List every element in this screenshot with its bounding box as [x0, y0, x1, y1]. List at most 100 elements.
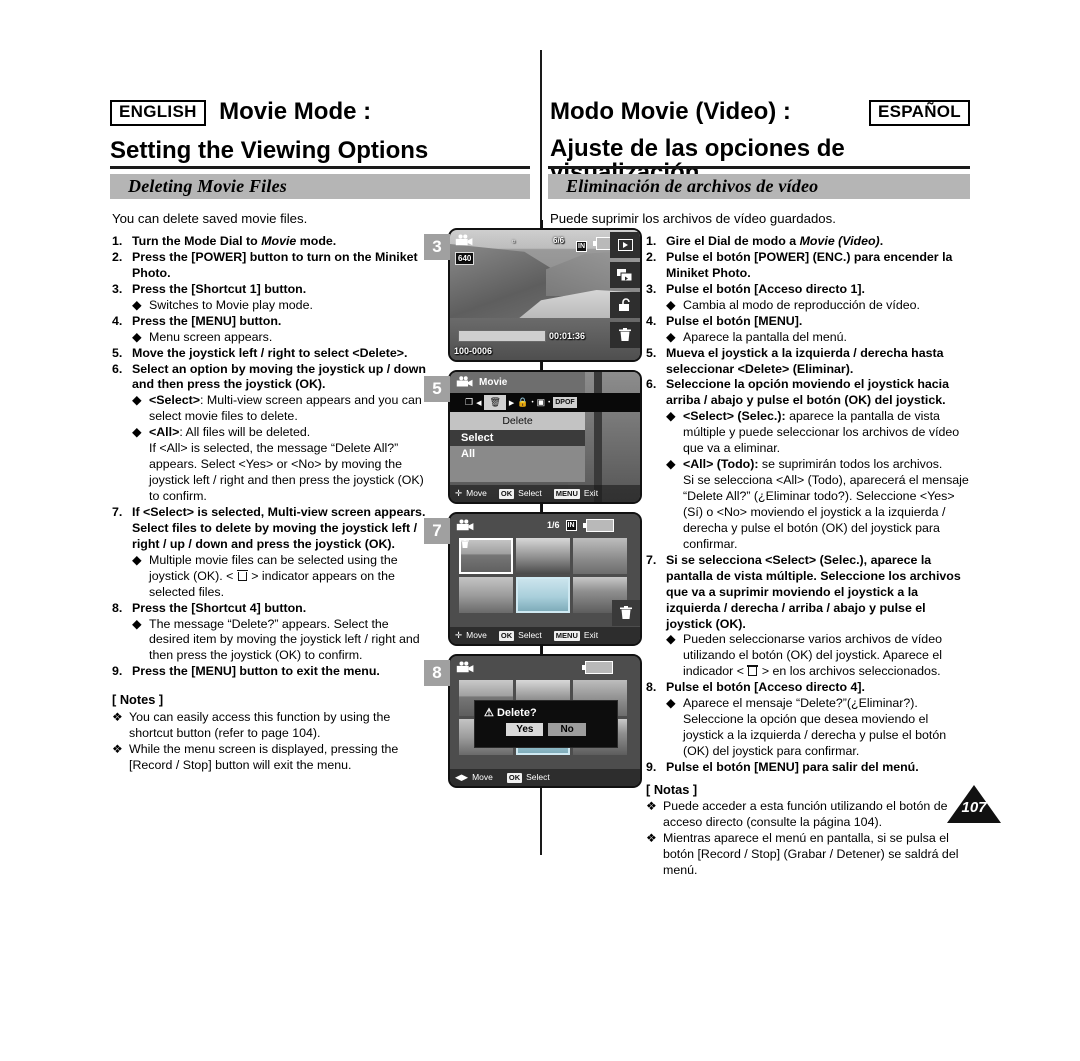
hint-exit-label: Exit — [583, 630, 599, 640]
spanish-step-4: 4. Pulse el botón [MENU]. — [646, 313, 803, 328]
file-name: 100-0006 — [454, 346, 493, 356]
yes-button[interactable]: Yes — [506, 723, 544, 736]
stop-indicator-icon: ▫ — [512, 236, 516, 246]
diamond-bullet-icon: ◆ — [666, 297, 676, 312]
trash-tab-icon[interactable]: 🗑 — [484, 395, 506, 410]
play-icon[interactable] — [610, 232, 640, 258]
ok-key-icon: OK — [498, 488, 515, 499]
menu-title-bar: Movie — [450, 372, 585, 393]
thumbnail-grid — [459, 538, 631, 613]
diamond-bullet-icon: ◆ — [132, 425, 142, 440]
diamond-bullet-icon: ◆ — [132, 329, 142, 344]
thumbnail-1[interactable] — [459, 538, 513, 574]
no-button[interactable]: No — [548, 723, 586, 736]
menu-option-list: Select All — [450, 430, 585, 482]
spanish-step-8: 8. Pulse el botón [Acceso directo 4]. — [646, 680, 865, 695]
diamond-bullet-icon: ◆ — [132, 297, 142, 312]
step-badge-5: 5 — [424, 376, 450, 402]
page-number: 107 — [961, 799, 987, 816]
english-page-title: Movie Mode : — [219, 98, 372, 125]
hint-exit-label: Exit — [583, 488, 599, 498]
joystick-icon: ◀▶ — [455, 772, 469, 782]
diamond-bullet-icon: ◆ — [132, 616, 142, 631]
english-step-5: 5. Move the joystick left / right to sel… — [112, 345, 408, 360]
menu-key-icon: MENU — [553, 488, 580, 499]
multiview-select-screen: 1/6 IN ✛ Move OK Select MENU Exit — [448, 512, 642, 646]
hint-move-label: Move — [472, 772, 493, 782]
english-header-rule — [110, 166, 530, 169]
diamond-bullet-icon: ◆ — [666, 696, 676, 711]
clover-bullet-icon: ❖ — [646, 799, 657, 814]
diamond-bullet-icon: ◆ — [132, 393, 142, 408]
english-step-1-text: Turn the Mode Dial to Movie mode. — [132, 234, 337, 248]
progress-bar[interactable] — [458, 330, 546, 342]
spanish-step-3: 3. Pulse el botón [Acceso directo 1]. — [646, 281, 865, 296]
english-step-7: 7. If <Select> is selected, Multi-view s… — [112, 504, 426, 551]
memory-badge: IN — [565, 519, 577, 531]
file-counter: 6/6 — [553, 236, 565, 245]
english-step-8-bullet: ◆ The message “Delete?” appears. Select … — [132, 616, 420, 663]
english-step-4-bullet: ◆ Menu screen appears. — [132, 329, 273, 344]
joystick-icon: ✛ — [455, 630, 463, 640]
spanish-step-7: 7. Si se selecciona <Select> (Selec.), a… — [646, 552, 961, 631]
lock-icon[interactable] — [610, 292, 640, 318]
diamond-bullet-icon: ◆ — [132, 552, 142, 567]
menu-key-icon: MENU — [553, 630, 580, 641]
lock-icon[interactable]: 🔒 — [517, 397, 528, 408]
screenshot-step-5: 5 Movie ❐ ◀ 🗑 ▶ 🔒 • ▣ • DPOF Delete Sele… — [424, 370, 642, 512]
menu-option-select[interactable]: Select — [450, 430, 585, 446]
joystick-icon: ✛ — [455, 488, 463, 498]
english-step-9: 9. Press the [MENU] button to exit the m… — [112, 664, 380, 679]
multiview-icon[interactable]: ▣ — [537, 397, 546, 408]
diamond-bullet-icon: ◆ — [666, 632, 676, 647]
english-section-band: Deleting Movie Files — [110, 174, 530, 199]
english-step-1: 1. Turn the Mode Dial to Movie mode. — [112, 234, 432, 250]
spanish-language-badge: ESPAÑOL — [868, 100, 970, 126]
camcorder-icon — [456, 518, 474, 530]
screenshot-step-3: 3 ▫ 6/6 IN 640 00:01:36 100-0006 — [424, 220, 642, 370]
battery-icon — [582, 518, 614, 532]
step-badge-7: 7 — [424, 518, 450, 544]
english-step-7-bullet: ◆ Multiple movie files can be selected u… — [132, 552, 398, 599]
trash-icon[interactable] — [612, 600, 640, 626]
manual-page: ENGLISH Movie Mode : Setting the Viewing… — [0, 0, 1080, 1061]
dialog-title: Delete? — [496, 707, 537, 719]
thumbnail-3[interactable] — [573, 538, 627, 574]
menu-option-all[interactable]: All — [450, 446, 585, 462]
confirm-top-bar — [450, 656, 640, 678]
memory-badge: IN — [576, 241, 587, 252]
spanish-step-1-text: Gire el Dial de modo a Movie (Video). — [666, 234, 884, 248]
spanish-step-7-bullet: ◆ Pueden seleccionarse varios archivos d… — [666, 632, 942, 679]
page-counter: 1/6 — [547, 520, 560, 530]
english-instructions: 1. Turn the Mode Dial to Movie mode. 2. … — [112, 234, 432, 773]
trash-icon — [236, 569, 248, 581]
resolution-badge: 640 — [455, 252, 475, 265]
hint-move-label: Move — [466, 630, 487, 640]
spanish-intro: Puede suprimir los archivos de vídeo gua… — [550, 211, 836, 226]
menu-footer-hints: ✛ Move OK Select MENU Exit — [450, 485, 640, 502]
spanish-instructions: 1. Gire el Dial de modo a Movie (Video).… — [646, 234, 970, 879]
ok-key-icon: OK — [506, 772, 523, 783]
diamond-bullet-icon: ◆ — [666, 457, 676, 472]
thumbnail-5[interactable] — [516, 577, 570, 613]
delete-menu-screen: Movie ❐ ◀ 🗑 ▶ 🔒 • ▣ • DPOF Delete Select… — [448, 370, 642, 504]
trash-icon[interactable] — [610, 322, 640, 348]
multiview-icon[interactable] — [610, 262, 640, 288]
copy-icon[interactable]: ❐ — [465, 397, 473, 408]
multiview-footer-hints: ✛ Move OK Select MENU Exit — [450, 627, 640, 644]
spanish-step-1: 1. Gire el Dial de modo a Movie (Video). — [646, 234, 970, 250]
thumbnail-4[interactable] — [459, 577, 513, 613]
spanish-note-2: ❖ Mientras aparece el menú en pantalla, … — [646, 831, 959, 878]
english-note-2: ❖ While the menu screen is displayed, pr… — [112, 741, 399, 772]
clover-bullet-icon: ❖ — [646, 831, 657, 846]
spanish-step-6: 6. Seleccione la opción moviendo el joys… — [646, 377, 950, 408]
dpof-icon[interactable]: DPOF — [553, 397, 577, 408]
clover-bullet-icon: ❖ — [112, 741, 123, 756]
spanish-note-1: ❖ Puede acceder a esta función utilizand… — [646, 799, 948, 830]
english-step-3-bullet: ◆ Switches to Movie play mode. — [132, 297, 313, 312]
english-step-3: 3. Press the [Shortcut 1] button. — [112, 281, 307, 296]
thumbnail-2[interactable] — [516, 538, 570, 574]
dot-separator-icon: • — [548, 399, 551, 406]
hint-select-label: Select — [526, 772, 550, 782]
chevron-right-icon: ▶ — [508, 399, 515, 407]
